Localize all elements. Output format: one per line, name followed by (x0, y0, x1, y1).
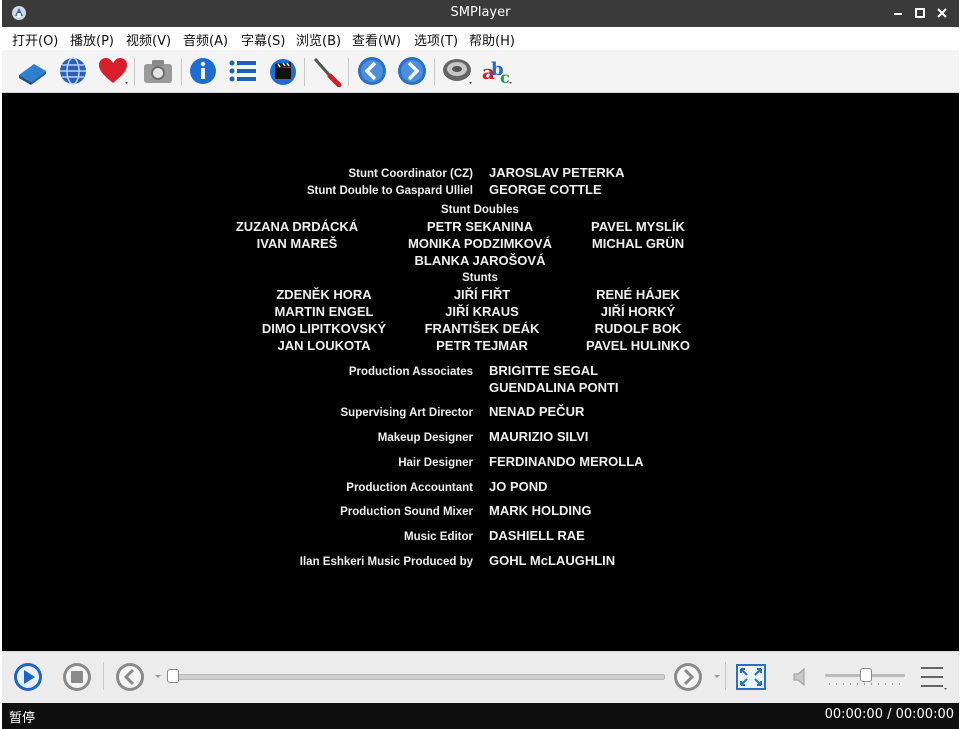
menu-bar: 打开(O) 播放(P) 视频(V) 音频(A) 字幕(S) 浏览(B) 查看(W… (2, 27, 959, 51)
credit-role: Stunt Coordinator (CZ) (348, 168, 473, 180)
credit-name: MICHAL GRÜN (591, 236, 685, 251)
credit-name: GOHL McLAUGHLIN (489, 553, 616, 568)
credit-name: MONIKA PODZIMKOVÁ (408, 236, 552, 251)
status-bar: 暂停 00:00:00 / 00:00:00 (2, 703, 959, 729)
media-clapper-icon[interactable] (267, 55, 299, 87)
credit-name: JIŘÍ HORKÝ (600, 304, 676, 319)
menu-video[interactable]: 视频(V) (126, 30, 171, 49)
credit-role: Production Sound Mixer (340, 506, 473, 518)
credit-name: JIŘÍ FIŘT (453, 287, 511, 302)
credit-role: Production Associates (348, 366, 473, 378)
next-icon[interactable] (396, 55, 428, 87)
credit-name: PAVEL HULINKO (585, 338, 690, 353)
toolbar-separator (134, 58, 135, 86)
toolbar-separator (348, 58, 349, 86)
maximize-icon[interactable] (913, 6, 927, 20)
controls-separator (725, 662, 726, 690)
menu-play[interactable]: 播放(P) (70, 30, 114, 49)
subtitles-icon[interactable]: a b c (481, 55, 513, 87)
open-url-icon[interactable] (57, 55, 89, 87)
credit-name: NENAD PEČUR (489, 404, 585, 419)
credit-name: JIŘÍ KRAUS (445, 304, 519, 319)
menu-browse[interactable]: 浏览(B) (296, 30, 341, 49)
credit-name: BRIGITTE SEGAL (489, 363, 599, 378)
credit-name: IVAN MAREŠ (256, 236, 338, 251)
close-icon[interactable] (935, 6, 949, 20)
menu-view[interactable]: 查看(W) (352, 30, 401, 49)
credit-role: Music Editor (403, 531, 473, 543)
credit-name: RENÉ HÁJEK (596, 287, 680, 302)
toolbar-separator (304, 58, 305, 86)
favorites-icon[interactable] (97, 55, 129, 87)
forward-icon[interactable] (672, 661, 704, 693)
window-title: SMPlayer (450, 5, 511, 20)
main-toolbar: a b c (2, 50, 959, 93)
controls-separator (103, 662, 104, 690)
info-icon[interactable] (187, 55, 219, 87)
rewind-menu-arrow-icon[interactable] (154, 672, 162, 680)
credit-name: PETR TEJMAR (436, 338, 528, 353)
menu-open[interactable]: 打开(O) (12, 30, 58, 49)
credit-name: PETR SEKANINA (426, 219, 534, 234)
credit-role: Makeup Designer (377, 432, 473, 444)
credit-name: JO POND (489, 479, 548, 494)
playlist-icon[interactable] (227, 55, 259, 87)
credit-name: ZUZANA DRDÁCKÁ (235, 219, 359, 234)
credit-name: JAN LOUKOTA (277, 338, 371, 353)
menu-help[interactable]: 帮助(H) (469, 30, 515, 49)
volume-ticks (829, 683, 901, 685)
menu-audio[interactable]: 音频(A) (183, 30, 228, 49)
time-display: 00:00:00 / 00:00:00 (824, 707, 954, 722)
menu-options[interactable]: 选项(T) (414, 30, 458, 49)
minimize-icon[interactable] (891, 6, 905, 20)
volume-handle[interactable] (860, 668, 872, 682)
credit-role: Ilan Eshkeri Music Produced by (299, 556, 473, 568)
credit-role: Production Accountant (346, 482, 473, 494)
credit-role: Supervising Art Director (340, 407, 474, 419)
credit-section-header: Stunt Doubles (441, 204, 519, 216)
stop-icon[interactable] (61, 661, 93, 693)
credit-name: GEORGE COTTLE (489, 182, 602, 197)
credit-name: FERDINANDO MEROLLA (489, 454, 644, 469)
credit-name: RUDOLF BOK (594, 321, 682, 336)
credit-name: BLANKA JAROŠOVÁ (414, 253, 546, 268)
credit-name: PAVEL MYSLÍK (591, 219, 685, 234)
open-file-icon[interactable] (16, 55, 48, 87)
credit-role: Stunt Double to Gaspard Ulliel (306, 185, 473, 197)
credit-name: GUENDALINA PONTI (489, 380, 619, 395)
credit-name: FRANTIŠEK DEÁK (424, 321, 540, 336)
fullscreen-icon[interactable] (735, 663, 767, 691)
volume-icon[interactable] (790, 666, 812, 688)
previous-icon[interactable] (356, 55, 388, 87)
seek-bar[interactable] (167, 674, 665, 680)
playback-controls (2, 651, 959, 704)
credit-name: MARTIN ENGEL (274, 304, 374, 319)
audio-track-icon[interactable] (441, 55, 473, 87)
credit-name: JAROSLAV PETERKA (489, 165, 625, 180)
video-area[interactable]: Stunt Coordinator (CZ) JAROSLAV PETERKA … (2, 93, 959, 651)
credit-role: Hair Designer (398, 457, 473, 469)
preferences-icon[interactable] (311, 55, 343, 87)
forward-menu-arrow-icon[interactable] (713, 672, 721, 680)
hamburger-menu-icon[interactable] (919, 665, 947, 691)
credit-name: ZDENĚK HORA (276, 287, 372, 302)
seek-handle[interactable] (167, 669, 179, 683)
menu-subtitles[interactable]: 字幕(S) (241, 30, 285, 49)
credit-name: DASHIELL RAE (489, 528, 585, 543)
toolbar-separator (434, 58, 435, 86)
title-bar: SMPlayer (2, 0, 959, 27)
toolbar-separator (181, 58, 182, 86)
credit-name: MAURIZIO SILVI (489, 429, 589, 444)
playback-state: 暂停 (9, 711, 36, 726)
credit-section-header: Stunts (462, 272, 498, 284)
credit-name: DIMO LIPITKOVSKÝ (261, 321, 387, 336)
rewind-icon[interactable] (114, 661, 146, 693)
svg-text:c: c (500, 68, 510, 87)
smplayer-window: SMPlayer 打开(O) 播放(P) 视频(V) 音频(A) 字幕(S) 浏… (2, 0, 959, 729)
play-icon[interactable] (12, 661, 44, 693)
screenshot-icon[interactable] (142, 55, 174, 87)
credit-name: MARK HOLDING (489, 503, 592, 518)
